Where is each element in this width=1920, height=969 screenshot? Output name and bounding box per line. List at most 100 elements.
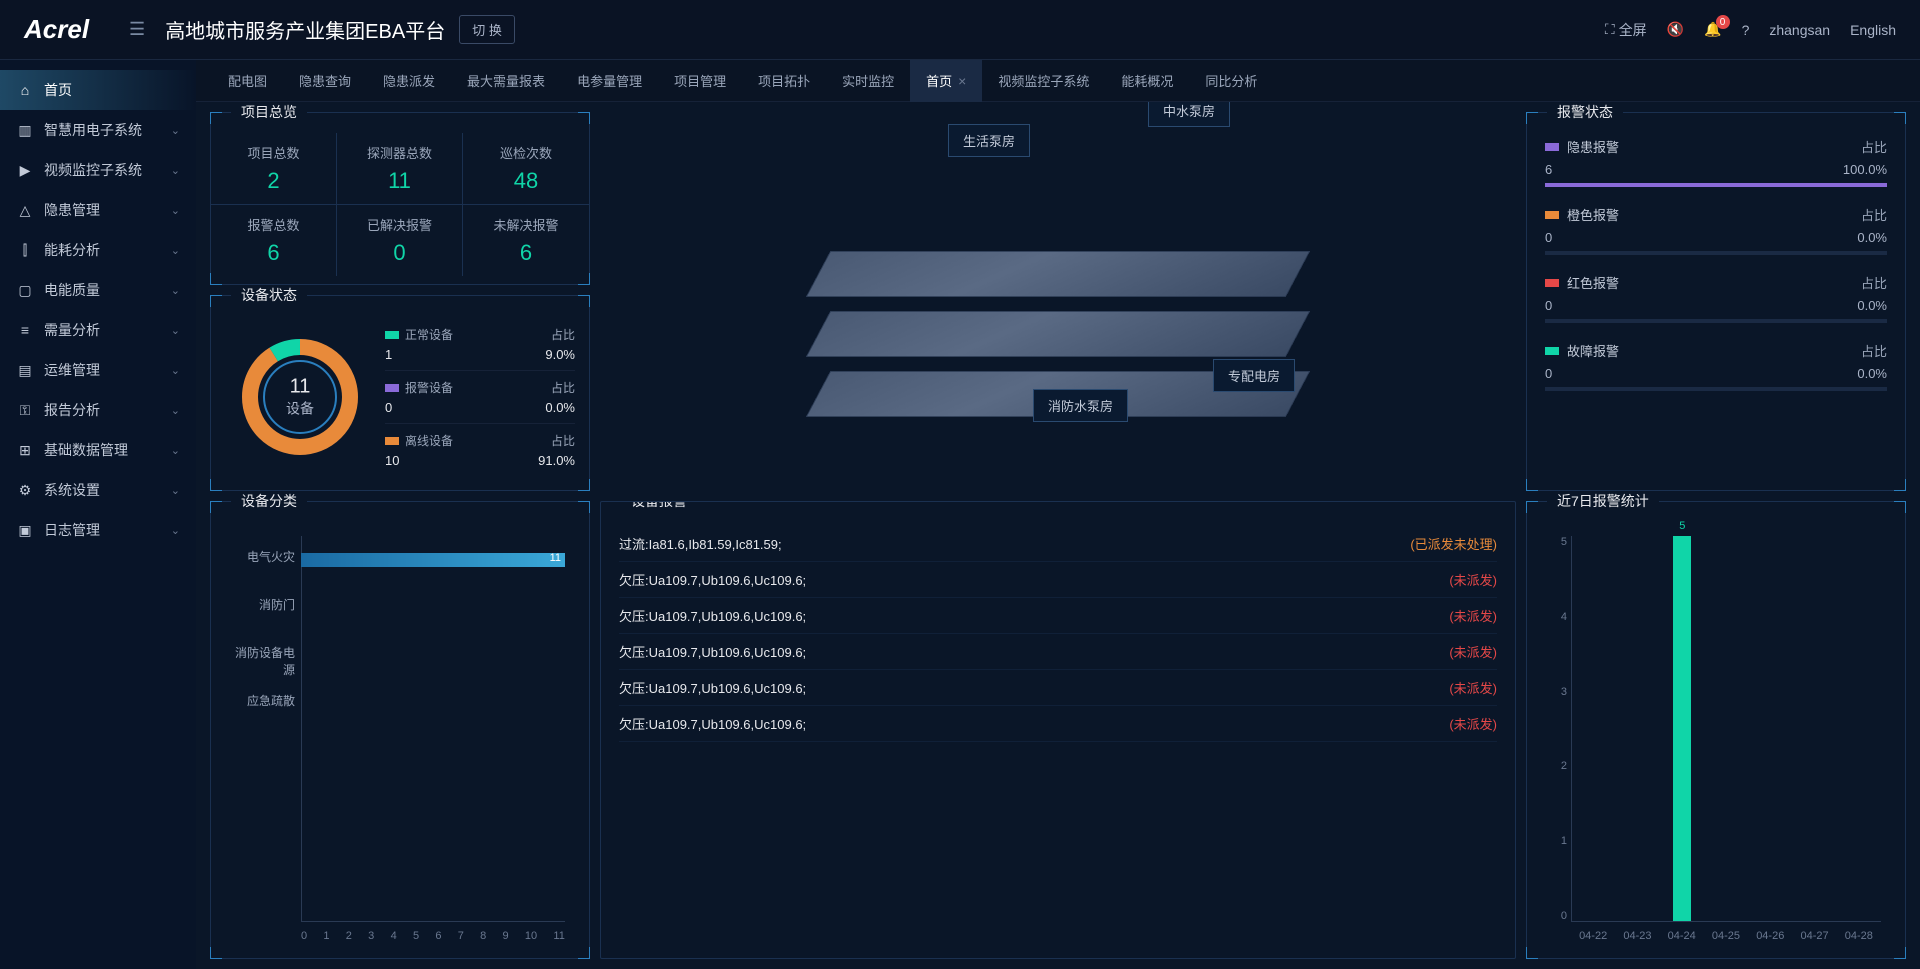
tab[interactable]: 项目管理 — [658, 60, 742, 102]
room-label[interactable]: 专配电房 — [1213, 359, 1295, 392]
sidebar-icon: △ — [16, 202, 34, 219]
panel-device-alarm: 设备报警 过流:Ia81.6,Ib81.59,Ic81.59;(已派发未处理) 欠… — [600, 501, 1516, 959]
sidebar-item[interactable]: ▤ 运维管理 ⌄ — [0, 350, 196, 390]
tab[interactable]: 同比分析 — [1189, 60, 1273, 102]
panel-title: 设备报警 — [621, 501, 697, 511]
panel-title: 项目总览 — [231, 102, 307, 122]
sidebar-item-label: 日志管理 — [44, 520, 100, 540]
panel-title: 设备分类 — [231, 491, 307, 511]
fullscreen-button[interactable]: ⛶ 全屏 — [1605, 20, 1647, 40]
tab[interactable]: 配电图 — [212, 60, 283, 102]
overview-label: 已解决报警 — [337, 215, 462, 234]
status-row: 离线设备占比1091.0% — [385, 424, 575, 476]
chevron-down-icon: ⌄ — [171, 124, 180, 137]
sidebar-icon: ⫿ — [16, 242, 34, 259]
overview-label: 项目总数 — [211, 143, 336, 162]
sidebar-icon: ▣ — [16, 522, 34, 539]
tab[interactable]: 视频监控子系统 — [982, 60, 1105, 102]
tab[interactable]: 能耗概况 — [1105, 60, 1189, 102]
status-row: 正常设备占比19.0% — [385, 318, 575, 371]
room-label[interactable]: 中水泵房 — [1148, 102, 1230, 127]
category-label: 消防门 — [225, 596, 295, 613]
overview-cell: 已解决报警0 — [337, 205, 463, 276]
menu-toggle-icon[interactable]: ☰ — [129, 19, 145, 40]
overview-value: 2 — [211, 168, 336, 194]
chevron-down-icon: ⌄ — [171, 324, 180, 337]
sidebar: ⌂首页▥智慧用电子系统⌄▶视频监控子系统⌄△隐患管理⌄⫿能耗分析⌄▢电能质量⌄≡… — [0, 60, 196, 969]
sidebar-item-label: 智慧用电子系统 — [44, 120, 142, 140]
tab-label: 同比分析 — [1205, 71, 1257, 90]
tab-label: 隐患派发 — [383, 71, 435, 90]
sidebar-item-label: 系统设置 — [44, 480, 100, 500]
sidebar-item[interactable]: ▢电能质量⌄ — [0, 270, 196, 310]
alarm-row[interactable]: 欠压:Ua109.7,Ub109.6,Uc109.6;(未派发) — [619, 598, 1497, 634]
alarm-row[interactable]: 欠压:Ua109.7,Ub109.6,Uc109.6;(未派发) — [619, 706, 1497, 742]
status-row: 报警设备占比00.0% — [385, 371, 575, 424]
tab-label: 项目管理 — [674, 71, 726, 90]
tab-label: 配电图 — [228, 71, 267, 90]
app-title: 高地城市服务产业集团EBA平台 — [165, 15, 445, 44]
alarm-row[interactable]: 过流:Ia81.6,Ib81.59,Ic81.59;(已派发未处理) — [619, 526, 1497, 562]
notification-bell[interactable]: 🔔0 — [1704, 21, 1721, 38]
tab-label: 电参量管理 — [577, 71, 642, 90]
alarm-row[interactable]: 欠压:Ua109.7,Ub109.6,Uc109.6;(未派发) — [619, 670, 1497, 706]
alarm-status: (未派发) — [1449, 570, 1497, 589]
mute-icon[interactable]: 🔇 — [1667, 21, 1684, 38]
panel-device-category: 设备分类 电气火灾11消防门消防设备电源应急疏散01234567891011 — [210, 501, 590, 959]
category-label: 应急疏散 — [225, 692, 295, 709]
chevron-down-icon: ⌄ — [171, 204, 180, 217]
language-switch[interactable]: English — [1850, 22, 1896, 38]
sidebar-item[interactable]: ⫿能耗分析⌄ — [0, 230, 196, 270]
help-icon[interactable]: ? — [1742, 22, 1750, 38]
tab-label: 能耗概况 — [1121, 71, 1173, 90]
alarm-row[interactable]: 欠压:Ua109.7,Ub109.6,Uc109.6;(未派发) — [619, 634, 1497, 670]
username-label[interactable]: zhangsan — [1769, 22, 1830, 38]
device-status-donut: 11设备 — [225, 322, 375, 472]
alarm-row[interactable]: 欠压:Ua109.7,Ub109.6,Uc109.6; (未派发) — [619, 562, 1497, 598]
app-header: Acrel ☰ 高地城市服务产业集团EBA平台 切 换 ⛶ 全屏 🔇 🔔0 ? … — [0, 0, 1920, 60]
alarm-status: (未派发) — [1449, 678, 1497, 697]
tab-label: 隐患查询 — [299, 71, 351, 90]
panel-alarm-status: 报警状态 隐患报警占比6100.0%橙色报警占比00.0%红色报警占比00.0%… — [1526, 112, 1906, 491]
sidebar-item[interactable]: ▶视频监控子系统⌄ — [0, 150, 196, 190]
overview-label: 报警总数 — [211, 215, 336, 234]
chevron-down-icon: ⌄ — [171, 444, 180, 457]
tab[interactable]: 隐患查询 — [283, 60, 367, 102]
close-icon[interactable]: × — [958, 73, 966, 89]
sidebar-item[interactable]: ⌂首页 — [0, 70, 196, 110]
sidebar-item[interactable]: ▣日志管理⌄ — [0, 510, 196, 550]
alarm-text: 欠压:Ua109.7,Ub109.6,Uc109.6; — [619, 570, 806, 589]
sidebar-item-label: 能耗分析 — [44, 240, 100, 260]
chevron-down-icon: ⌄ — [171, 284, 180, 297]
sidebar-item-label: 需量分析 — [44, 320, 100, 340]
overview-cell: 项目总数 2 — [211, 133, 337, 205]
sidebar-item-label: 运维管理 — [44, 360, 100, 380]
panel-device-status: 设备状态 11设备 正常设备占比19.0%报警设备占比00.0%离线设备占比10… — [210, 295, 590, 491]
sidebar-item[interactable]: ⚙系统设置⌄ — [0, 470, 196, 510]
tab[interactable]: 项目拓扑 — [742, 60, 826, 102]
category-label: 电气火灾 — [225, 548, 295, 565]
tab[interactable]: 实时监控 — [826, 60, 910, 102]
sidebar-item[interactable]: ≡需量分析⌄ — [0, 310, 196, 350]
panel-3d-building[interactable]: 生活泵房中水泵房消防水泵房专配电房 — [600, 112, 1516, 491]
sidebar-item[interactable]: ⚿报告分析⌄ — [0, 390, 196, 430]
sidebar-item-label: 隐患管理 — [44, 200, 100, 220]
switch-button[interactable]: 切 换 — [459, 15, 515, 44]
tab-bar: 配电图 隐患查询 隐患派发最大需量报表电参量管理 项目管理项目拓扑实时监控首页×视频监… — [196, 60, 1920, 102]
sidebar-item[interactable]: △ 隐患管理 ⌄ — [0, 190, 196, 230]
sidebar-item[interactable]: ⊞基础数据管理⌄ — [0, 430, 196, 470]
tab[interactable]: 首页× — [910, 60, 982, 102]
alarm-text: 欠压:Ua109.7,Ub109.6,Uc109.6; — [619, 642, 806, 661]
tab[interactable]: 电参量管理 — [561, 60, 658, 102]
room-label[interactable]: 消防水泵房 — [1033, 389, 1128, 422]
chevron-down-icon: ⌄ — [171, 364, 180, 377]
sidebar-icon: ▶ — [16, 162, 34, 179]
sidebar-icon: ⚿ — [16, 402, 34, 419]
tab[interactable]: 隐患派发 — [367, 60, 451, 102]
alarm-status-row: 橙色报警占比00.0% — [1545, 205, 1887, 255]
sidebar-item[interactable]: ▥智慧用电子系统⌄ — [0, 110, 196, 150]
room-label[interactable]: 生活泵房 — [948, 124, 1030, 157]
tab[interactable]: 最大需量报表 — [451, 60, 561, 102]
sidebar-item-label: 报告分析 — [44, 400, 100, 420]
sidebar-icon: ▤ — [16, 362, 34, 379]
